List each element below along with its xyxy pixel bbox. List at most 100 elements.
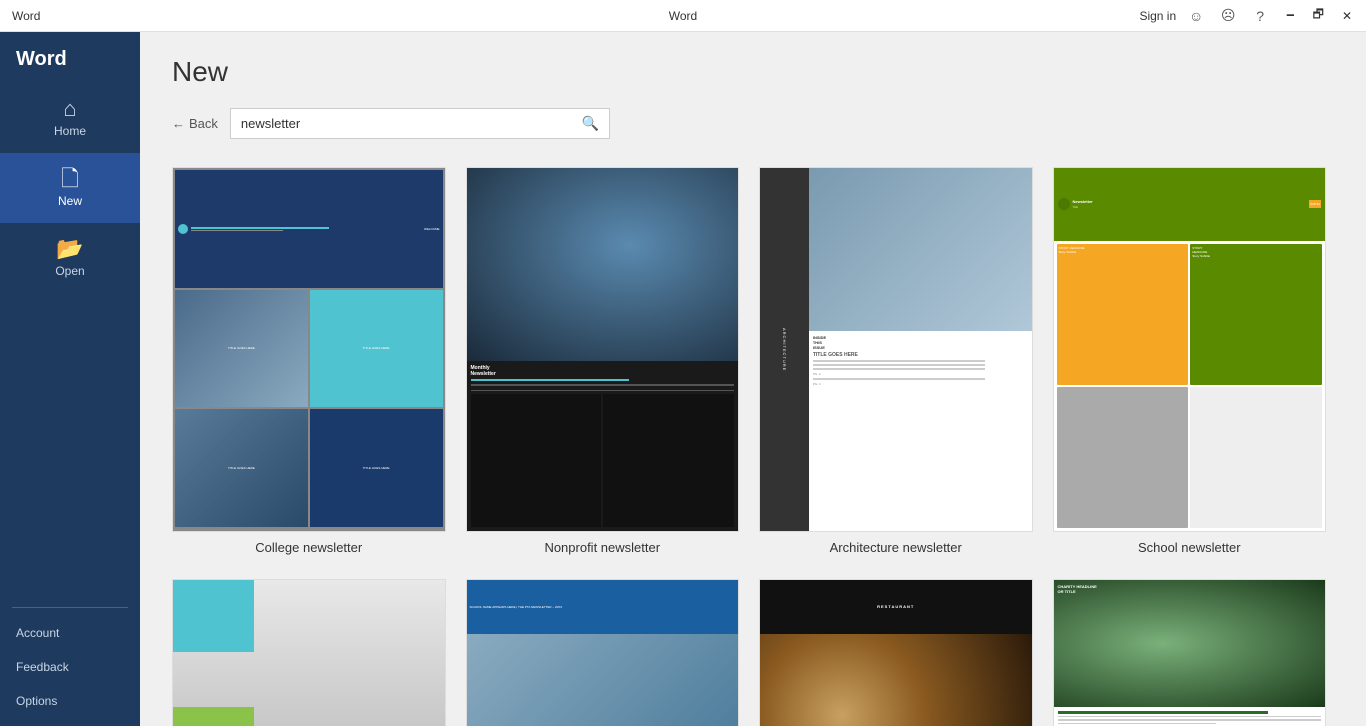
template-item-charity[interactable]: CHARITY HEADLINEOR TITLE: [1053, 579, 1327, 726]
pta-header-text: SCHOOL NAME APPEARS HERE | THE PTA NEWSL…: [470, 605, 563, 609]
sidebar-item-options[interactable]: Options: [0, 684, 140, 718]
sidebar-home-label: Home: [54, 124, 86, 138]
nonprofit-col2: [603, 394, 734, 526]
template-item-college[interactable]: WELCOME TITLE GOES HERE TITLE GOES HERE …: [172, 167, 446, 555]
sidebar-new-label: New: [58, 194, 82, 208]
back-arrow-icon: ←: [172, 116, 185, 131]
nonprofit-col1: [471, 394, 602, 526]
title-bar: Word Word Sign in ☺ ☹ ? 🗕 🗗 ✕: [0, 0, 1366, 32]
college-cell-bottom1: TITLE GOES HERE: [310, 409, 443, 527]
nonprofit-photo: [467, 168, 739, 361]
back-button[interactable]: ← Back: [172, 116, 218, 131]
school-body: STORY HEADLINEStory Subtitle STORYHEADLI…: [1054, 241, 1326, 531]
nonprofit-body: MonthlyNewsletter: [467, 361, 739, 530]
template-thumb-nonprofit: MonthlyNewsletter: [466, 167, 740, 532]
nonprofit-bar: [471, 379, 629, 381]
template-thumb-pta: SCHOOL NAME APPEARS HERE | THE PTA NEWSL…: [466, 579, 740, 726]
pta-header: SCHOOL NAME APPEARS HERE | THE PTA NEWSL…: [467, 580, 739, 634]
pta-photo: [467, 634, 739, 726]
school-col1: STORY HEADLINEStory Subtitle: [1057, 244, 1189, 528]
college-cell-header: WELCOME: [175, 170, 443, 288]
template-item-architecture[interactable]: ARCHITECTURE INSIDETHISISSUE TITLE GOES …: [759, 167, 1033, 555]
pta-thumb-inner: SCHOOL NAME APPEARS HERE | THE PTA NEWSL…: [467, 580, 739, 726]
arch-text1: [813, 360, 985, 362]
restore-button[interactable]: 🗗: [1307, 3, 1330, 28]
sign-in-button[interactable]: Sign in: [1139, 9, 1176, 23]
frown-icon-btn[interactable]: ☹: [1214, 2, 1242, 30]
template-item-school[interactable]: Newsletter Title [DATE] STORY HEADLINESt…: [1053, 167, 1327, 555]
template-item-pta[interactable]: SCHOOL NAME APPEARS HERE | THE PTA NEWSL…: [466, 579, 740, 726]
school-block3: STORYHEADLINEStory Subtitle: [1190, 244, 1322, 385]
sidebar-item-open[interactable]: 📂 Open: [0, 223, 140, 293]
template-thumb-restaurant: RESTAURANT ✕IN THIS ISSUEPG. 2 | PG. 3 |…: [759, 579, 1033, 726]
nonprofit-title: MonthlyNewsletter: [471, 365, 735, 377]
college-thumb-inner: WELCOME TITLE GOES HERE TITLE GOES HERE …: [173, 168, 445, 531]
school-block4: [1190, 387, 1322, 528]
arch-text2: [813, 364, 985, 366]
close-button[interactable]: ✕: [1336, 7, 1358, 25]
search-icon: 🔍: [581, 115, 598, 131]
titlebar-app-name: Word: [12, 9, 40, 23]
charity-photo: CHARITY HEADLINEOR TITLE: [1054, 580, 1326, 707]
school-header: Newsletter Title [DATE]: [1054, 168, 1326, 241]
charity-text3: [1058, 723, 1216, 725]
sidebar-item-home[interactable]: ⌂ Home: [0, 83, 140, 153]
sidebar-nav: ⌂ Home 🗋 New 📂 Open: [0, 83, 140, 599]
template-label-nonprofit: Nonprofit newsletter: [544, 540, 660, 555]
template-item-nonprofit[interactable]: MonthlyNewsletter Nonprofit newsletter: [466, 167, 740, 555]
minimize-button[interactable]: 🗕: [1280, 3, 1301, 28]
restaurant-photo: ✕IN THIS ISSUEPG. 2 | PG. 3 | PG. 4: [760, 634, 1032, 726]
charity-thumb-inner: CHARITY HEADLINEOR TITLE: [1054, 580, 1326, 726]
sidebar-item-account[interactable]: Account: [0, 616, 140, 650]
template-label-school: School newsletter: [1138, 540, 1241, 555]
search-button[interactable]: 🔍: [571, 109, 608, 138]
interior-accent2: [173, 707, 254, 726]
titlebar-icon-group: ☺ ☹ ?: [1182, 2, 1274, 30]
sidebar-item-feedback[interactable]: Feedback: [0, 650, 140, 684]
open-icon: 📂: [56, 238, 83, 260]
restaurant-header: RESTAURANT: [760, 580, 1032, 634]
arch-main: INSIDETHISISSUE TITLE GOES HERE PG. 2 PG…: [809, 168, 1032, 531]
search-input[interactable]: [231, 110, 572, 137]
charity-overlay: [1054, 580, 1326, 707]
school-logo: [1058, 198, 1070, 210]
main-content: New ← Back 🔍: [140, 32, 1366, 726]
college-cell-photo1: TITLE GOES HERE: [175, 290, 308, 408]
smiley-icon-btn[interactable]: ☺: [1182, 2, 1210, 30]
search-input-wrap: 🔍: [230, 108, 610, 139]
nonprofit-thumb-inner: MonthlyNewsletter: [467, 168, 739, 531]
charity-body: [1054, 707, 1326, 726]
nonprofit-text2: [471, 390, 735, 392]
template-thumb-college: WELCOME TITLE GOES HERE TITLE GOES HERE …: [172, 167, 446, 532]
charity-text2: [1058, 719, 1322, 721]
nonprofit-text1: [471, 384, 735, 386]
template-item-interior[interactable]: COMPANY DATE EDITION X, VOLUME X NEWSLET…: [172, 579, 446, 726]
restaurant-food: [760, 634, 1032, 726]
help-icon-btn[interactable]: ?: [1246, 2, 1274, 30]
nonprofit-cols: [471, 394, 735, 526]
sidebar-title: Word: [0, 32, 140, 83]
school-block1: STORY HEADLINEStory Subtitle: [1057, 244, 1189, 385]
interior-photo: [173, 580, 445, 726]
titlebar-controls: Sign in ☺ ☹ ? 🗕 🗗 ✕: [1139, 2, 1358, 30]
new-icon: 🗋: [61, 168, 79, 190]
template-grid: WELCOME TITLE GOES HERE TITLE GOES HERE …: [172, 167, 1334, 726]
sidebar: Word ⌂ Home 🗋 New 📂 Open Account Feedbac…: [0, 32, 140, 726]
arch-left-bar: ARCHITECTURE: [760, 168, 809, 531]
template-item-restaurant[interactable]: RESTAURANT ✕IN THIS ISSUEPG. 2 | PG. 3 |…: [759, 579, 1033, 726]
sidebar-item-new[interactable]: 🗋 New: [0, 153, 140, 223]
template-thumb-charity: CHARITY HEADLINEOR TITLE: [1053, 579, 1327, 726]
arch-text4: [813, 378, 985, 380]
college-cell-photo2: TITLE GOES HERE: [175, 409, 308, 527]
sidebar-bottom: Account Feedback Options: [0, 616, 140, 726]
template-label-architecture: Architecture newsletter: [830, 540, 962, 555]
template-label-college: College newsletter: [255, 540, 362, 555]
restaurant-title: RESTAURANT: [877, 604, 914, 609]
template-thumb-architecture: ARCHITECTURE INSIDETHISISSUE TITLE GOES …: [759, 167, 1033, 532]
page-title: New: [172, 56, 1334, 88]
arch-thumb-inner: ARCHITECTURE INSIDETHISISSUE TITLE GOES …: [760, 168, 1032, 531]
arch-text3: [813, 368, 985, 370]
school-block2: [1057, 387, 1189, 528]
template-thumb-interior: COMPANY DATE EDITION X, VOLUME X NEWSLET…: [172, 579, 446, 726]
sidebar-open-label: Open: [55, 264, 84, 278]
